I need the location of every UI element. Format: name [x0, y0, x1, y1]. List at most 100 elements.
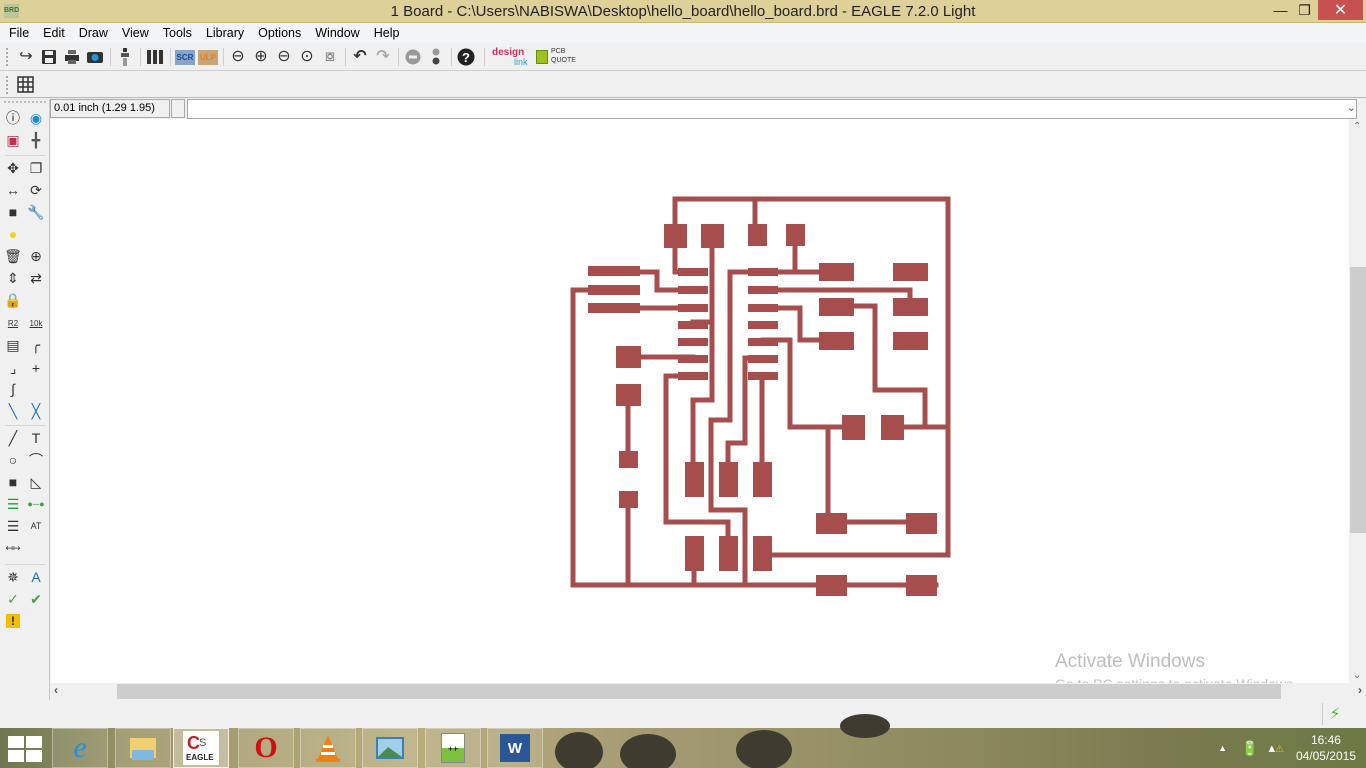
- zoom-out-button[interactable]: ⊖: [273, 46, 295, 68]
- smd-pad[interactable]: [893, 263, 928, 281]
- ripup-tool-button[interactable]: ╳: [26, 401, 46, 421]
- smd-pad[interactable]: [819, 263, 854, 281]
- smd-pad[interactable]: [701, 224, 724, 248]
- wire-tool-button[interactable]: ╱: [3, 428, 23, 448]
- copy-tool-button[interactable]: ❐: [26, 158, 46, 178]
- taskbar-word[interactable]: W: [487, 728, 543, 768]
- copper-trace[interactable]: [760, 337, 856, 430]
- smd-pad[interactable]: [719, 536, 738, 571]
- command-input[interactable]: [187, 99, 1357, 119]
- smd-pad[interactable]: [678, 321, 708, 329]
- zoom-fit-button[interactable]: ⊖: [227, 46, 249, 68]
- command-dropdown-icon[interactable]: ⌄: [1347, 101, 1356, 114]
- delete-tool-button[interactable]: 🗑: [3, 246, 23, 266]
- smd-pad[interactable]: [748, 268, 778, 276]
- taskbar-photos[interactable]: [362, 728, 418, 768]
- smd-pad[interactable]: [816, 513, 847, 534]
- taskbar-internet-explorer[interactable]: e: [52, 728, 108, 768]
- clock[interactable]: 16:46 04/05/2015: [1296, 732, 1356, 764]
- smd-pad[interactable]: [619, 491, 638, 508]
- toolbar-grip[interactable]: [6, 75, 9, 94]
- arc-tool-button[interactable]: ⌒: [26, 450, 46, 470]
- scroll-up-icon[interactable]: ⌃: [1353, 121, 1361, 132]
- smd-pad[interactable]: [685, 536, 704, 571]
- open-button[interactable]: ↪: [15, 46, 37, 68]
- via-tool-button[interactable]: ☰: [3, 494, 23, 514]
- board-schematic-switch-button[interactable]: [114, 46, 136, 68]
- rotate-tool-button[interactable]: ⟳: [26, 180, 46, 200]
- smd-pad[interactable]: [786, 224, 805, 246]
- mirror-tool-button[interactable]: ↔: [3, 180, 23, 200]
- pinswap-tool-button[interactable]: ⇕: [3, 268, 23, 288]
- taskbar-file-explorer[interactable]: [115, 728, 171, 768]
- help-button[interactable]: ?: [455, 46, 477, 68]
- grid-button[interactable]: [15, 74, 37, 96]
- go-button[interactable]: [425, 46, 447, 68]
- cam-button[interactable]: [84, 46, 106, 68]
- signal-tool-button[interactable]: ●─●: [26, 494, 46, 514]
- split-tool-button[interactable]: ⌟: [3, 358, 23, 378]
- smd-pad[interactable]: [753, 462, 772, 497]
- erc-tool-button[interactable]: ✓: [3, 589, 23, 609]
- change-tool-button[interactable]: 🔧: [26, 202, 46, 222]
- smd-pad[interactable]: [893, 332, 928, 350]
- smd-pad[interactable]: [906, 513, 937, 534]
- autorouter-tool-button[interactable]: A: [26, 567, 46, 587]
- copper-trace[interactable]: [833, 303, 928, 430]
- smd-pad[interactable]: [588, 285, 640, 295]
- smd-pad[interactable]: [748, 304, 778, 312]
- smd-pad[interactable]: [616, 346, 641, 368]
- network-warning-icon[interactable]: ▴⚠: [1268, 740, 1284, 756]
- menu-window[interactable]: Window: [310, 26, 364, 40]
- info-tool-button[interactable]: ⓘ: [3, 108, 23, 128]
- replace-tool-button[interactable]: ⇄: [26, 268, 46, 288]
- smd-pad[interactable]: [678, 286, 708, 294]
- taskbar-eagle[interactable]: C S EAGLE: [173, 728, 229, 768]
- taskbar-opera[interactable]: O: [238, 728, 294, 768]
- smd-pad[interactable]: [819, 298, 854, 316]
- smd-pad[interactable]: [748, 338, 778, 346]
- smd-pad[interactable]: [748, 321, 778, 329]
- drc-tool-button[interactable]: ✔: [26, 589, 46, 609]
- text-tool-button[interactable]: T: [26, 428, 46, 448]
- scroll-left-icon[interactable]: ‹: [54, 683, 58, 697]
- smd-pad[interactable]: [816, 575, 847, 596]
- menu-options[interactable]: Options: [253, 26, 306, 40]
- vertical-scroll-thumb[interactable]: [1350, 267, 1366, 533]
- rectangle-tool-button[interactable]: ■: [3, 472, 23, 492]
- hole-tool-button[interactable]: ☰: [3, 516, 23, 536]
- menu-file[interactable]: File: [4, 26, 34, 40]
- copper-trace[interactable]: [672, 196, 951, 558]
- group-tool-button[interactable]: ■: [3, 202, 23, 222]
- optimize-tool-button[interactable]: +: [26, 358, 46, 378]
- menu-edit[interactable]: Edit: [38, 26, 70, 40]
- miter-tool-button[interactable]: ╭: [26, 335, 46, 355]
- smd-pad[interactable]: [588, 266, 640, 276]
- meander-tool-button[interactable]: ∫: [3, 379, 23, 399]
- toolbar-grip[interactable]: [4, 101, 46, 103]
- redo-button[interactable]: ↷: [372, 46, 394, 68]
- taskbar-vlc[interactable]: [300, 728, 356, 768]
- stop-button[interactable]: [402, 46, 424, 68]
- smd-pad[interactable]: [748, 372, 778, 380]
- name-tool-button[interactable]: R2: [3, 313, 23, 333]
- smd-pad[interactable]: [748, 224, 767, 246]
- value-tool-button[interactable]: 10k: [26, 313, 46, 333]
- paste-tool-button[interactable]: ●: [3, 224, 23, 244]
- design-link-button[interactable]: design link: [492, 46, 536, 68]
- smd-pad[interactable]: [881, 415, 904, 440]
- smash-tool-button[interactable]: ▤: [3, 335, 23, 355]
- route-tool-button[interactable]: ╲: [3, 401, 23, 421]
- zoom-in-button[interactable]: ⊕: [250, 46, 272, 68]
- smd-pad[interactable]: [842, 415, 865, 440]
- toolbar-grip[interactable]: [6, 48, 9, 66]
- redraw-button[interactable]: ⊙: [296, 46, 318, 68]
- add-tool-button[interactable]: ⊕: [26, 246, 46, 266]
- menu-view[interactable]: View: [117, 26, 154, 40]
- smd-pad[interactable]: [678, 304, 708, 312]
- smd-pad[interactable]: [664, 224, 687, 248]
- smd-pad[interactable]: [819, 332, 854, 350]
- battery-icon[interactable]: 🔋: [1241, 740, 1258, 757]
- smd-pad[interactable]: [619, 451, 638, 468]
- show-tool-button[interactable]: ◉: [26, 108, 46, 128]
